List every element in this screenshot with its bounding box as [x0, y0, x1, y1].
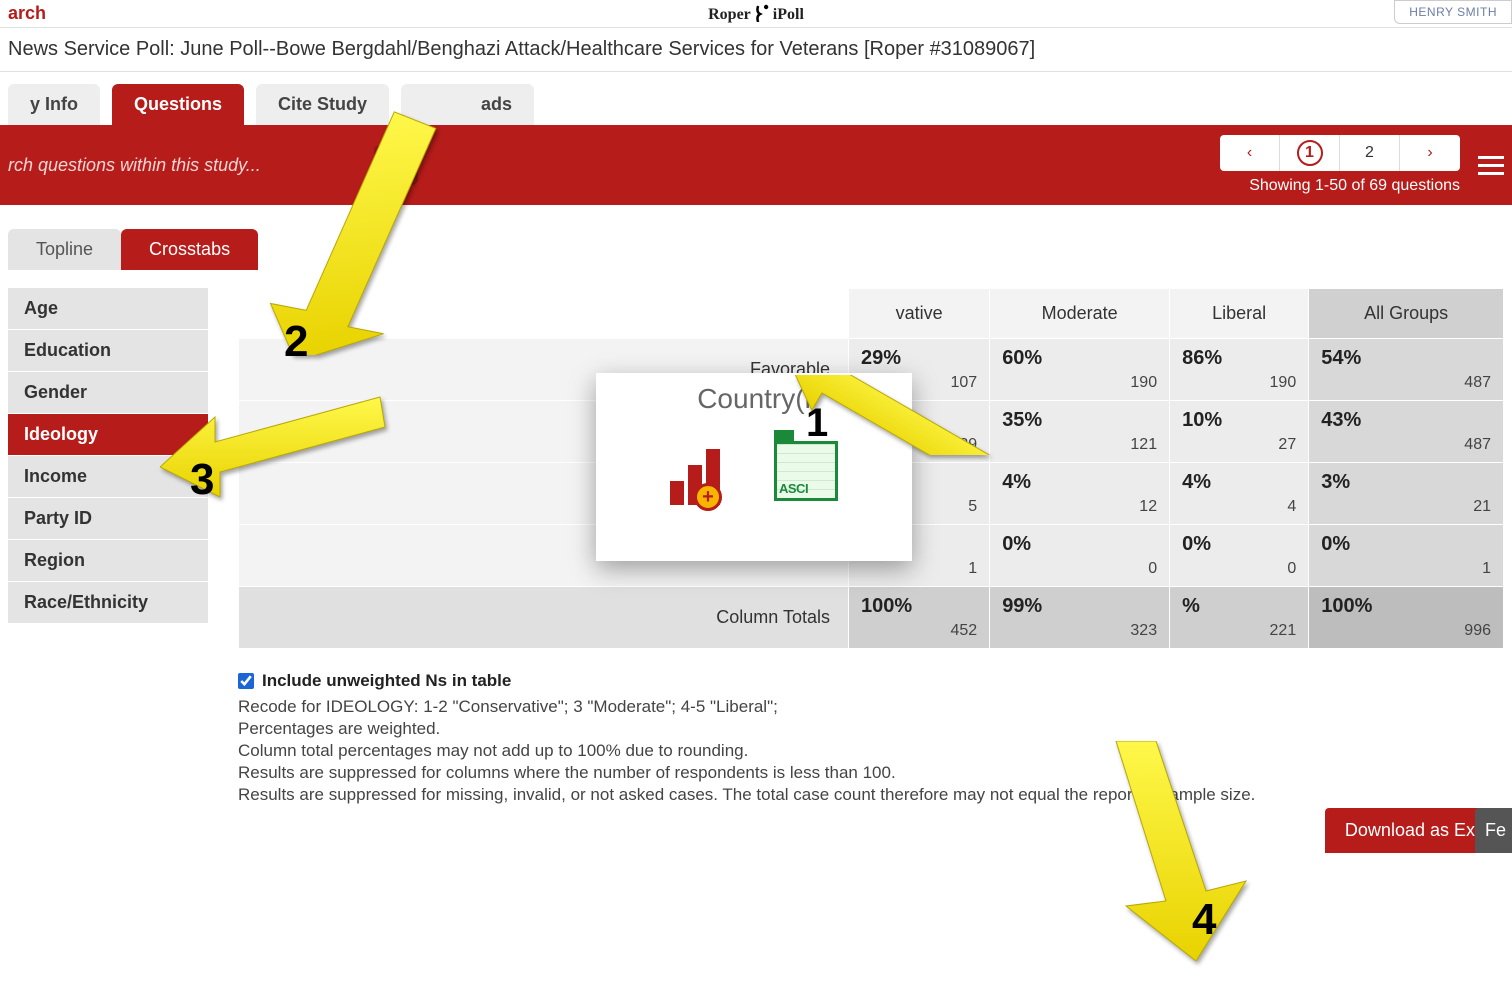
- pager-status: Showing 1-50 of 69 questions: [1249, 177, 1460, 195]
- annotation-arrow-4: [1086, 741, 1266, 961]
- demo-region[interactable]: Region: [8, 540, 208, 582]
- data-cell: 10%27: [1170, 401, 1309, 463]
- footnote-line: Results are suppressed for missing, inva…: [238, 785, 1504, 805]
- content-area: Topline Crosstabs Age Education Gender I…: [0, 205, 1512, 847]
- col-header-liberal: Liberal: [1170, 289, 1309, 339]
- col-header-moderate: Moderate: [990, 289, 1170, 339]
- include-unweighted-checkbox-label[interactable]: Include unweighted Ns in table: [238, 671, 1504, 691]
- data-cell: 54%487: [1309, 339, 1504, 401]
- footnote-line: Recode for IDEOLOGY: 1-2 "Conservative";…: [238, 697, 1504, 717]
- pager-page-1[interactable]: 1: [1280, 135, 1340, 171]
- subtab-topline[interactable]: Topline: [8, 229, 121, 270]
- demo-age[interactable]: Age: [8, 288, 208, 330]
- search-band: ‹ 1 2 › Showing 1-50 of 69 questions: [0, 125, 1512, 205]
- row-label: Column Totals: [239, 587, 849, 649]
- annotation-label-1: 1: [806, 401, 828, 446]
- pager: ‹ 1 2 › Showing 1-50 of 69 questions: [1220, 135, 1460, 195]
- data-cell: 60%190: [990, 339, 1170, 401]
- data-cell: 100%996: [1309, 587, 1504, 649]
- footnote-line: Column total percentages may not add up …: [238, 741, 1504, 761]
- pager-next[interactable]: ›: [1400, 135, 1460, 171]
- brand-center: Roper iPoll: [708, 4, 804, 24]
- hamburger-menu[interactable]: [1478, 156, 1504, 175]
- feedback-tab[interactable]: Fe: [1475, 808, 1512, 853]
- study-title: News Service Poll: June Poll--Bowe Bergd…: [0, 28, 1512, 72]
- demo-party-id[interactable]: Party ID: [8, 498, 208, 540]
- data-cell: 100%452: [849, 587, 990, 649]
- data-cell: 4%4: [1170, 463, 1309, 525]
- add-to-chart-icon[interactable]: +: [670, 441, 734, 505]
- col-header-all-groups: All Groups: [1309, 289, 1504, 339]
- data-cell: 0%0: [1170, 525, 1309, 587]
- subtab-crosstabs[interactable]: Crosstabs: [121, 229, 258, 270]
- top-bar: arch Roper iPoll HENRY SMITH: [0, 0, 1512, 28]
- demo-race-ethnicity[interactable]: Race/Ethnicity: [8, 582, 208, 624]
- data-cell: 86%190: [1170, 339, 1309, 401]
- data-cell: 35%121: [990, 401, 1170, 463]
- tab-questions[interactable]: Questions: [112, 84, 244, 125]
- tab-study-info[interactable]: y Info: [8, 84, 100, 125]
- data-cell: 0%1: [1309, 525, 1504, 587]
- col-header-conservative: vative: [849, 289, 990, 339]
- data-cell: 43%487: [1309, 401, 1504, 463]
- pager-page-2[interactable]: 2: [1340, 135, 1400, 171]
- data-cell: 99%323: [990, 587, 1170, 649]
- main-tabs: y Info Questions Cite Study ads: [0, 72, 1512, 125]
- brand-left: arch: [8, 3, 46, 24]
- data-cell: 0%0: [990, 525, 1170, 587]
- annotation-label-2: 2: [284, 317, 308, 367]
- data-cell: %221: [1170, 587, 1309, 649]
- footnote-line: Results are suppressed for columns where…: [238, 763, 1504, 783]
- annotation-label-3: 3: [190, 455, 214, 505]
- data-cell: 4%12: [990, 463, 1170, 525]
- demo-education[interactable]: Education: [8, 330, 208, 372]
- user-pill[interactable]: HENRY SMITH: [1394, 0, 1512, 24]
- annotation-label-4: 4: [1192, 895, 1216, 945]
- footnote-line: Percentages are weighted.: [238, 719, 1504, 739]
- footnotes: Include unweighted Ns in table Recode fo…: [238, 671, 1504, 805]
- annotation-arrow-2: [264, 95, 464, 355]
- include-unweighted-checkbox[interactable]: [238, 673, 254, 689]
- data-cell: 3%21: [1309, 463, 1504, 525]
- pager-prev[interactable]: ‹: [1220, 135, 1280, 171]
